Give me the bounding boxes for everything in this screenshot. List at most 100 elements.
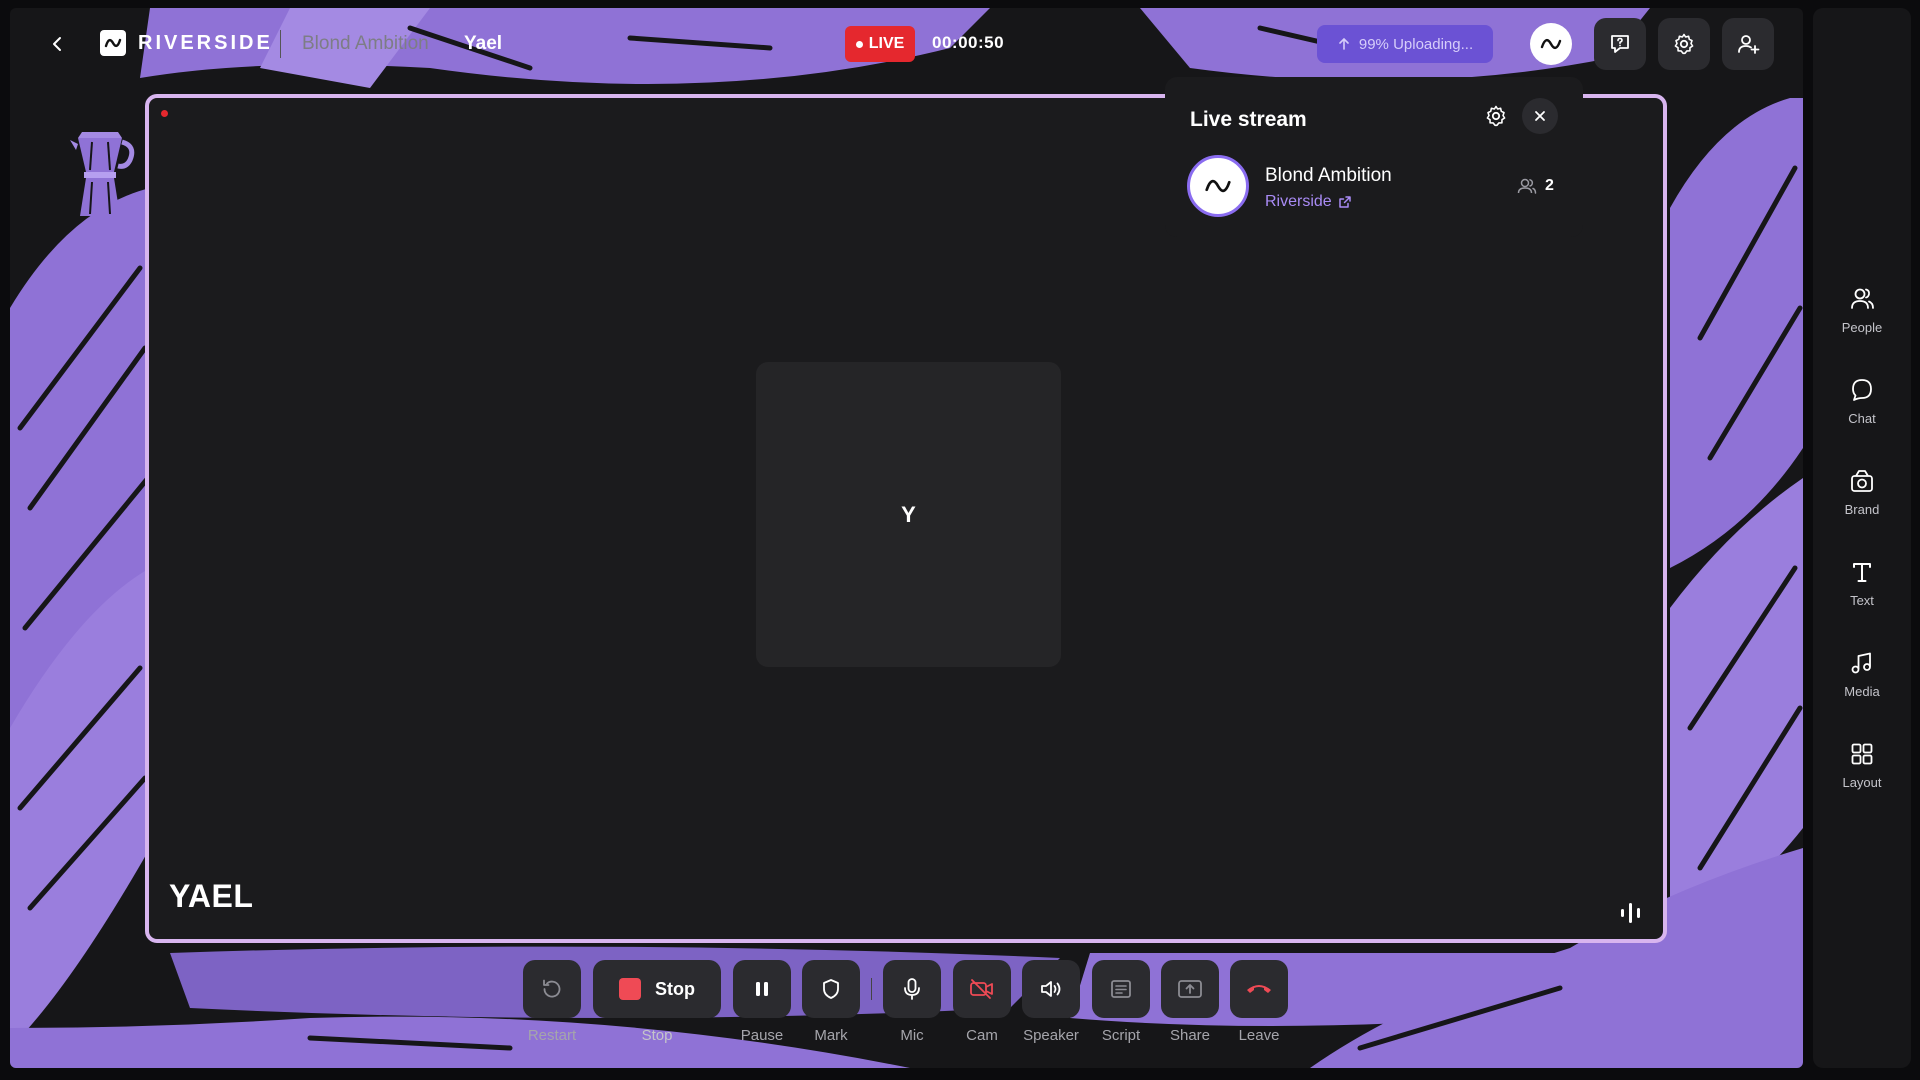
participant-name-tag: YAEL (169, 878, 254, 914)
back-button[interactable] (44, 30, 72, 58)
mark-label: Mark (814, 1027, 848, 1044)
right-sidebar: People Chat Brand Text Media Layout (1813, 8, 1911, 1068)
viewer-count: 2 (1517, 177, 1554, 195)
riverside-wave-icon (1540, 39, 1562, 49)
pause-button[interactable] (733, 960, 791, 1018)
upload-status[interactable]: 99% Uploading... (1317, 25, 1493, 63)
invite-button[interactable] (1722, 18, 1774, 70)
recording-timer: 00:00:50 (932, 33, 1005, 52)
participant-tile[interactable]: Y (756, 362, 1061, 667)
restart-icon (543, 979, 561, 998)
sidebar-label: People (1841, 320, 1883, 335)
sidebar-item-text[interactable]: Text (1813, 557, 1911, 631)
stop-label: Stop (641, 1027, 673, 1044)
mic-button[interactable] (883, 960, 941, 1018)
riverside-logo-icon (100, 30, 126, 56)
participant-initial: Y (901, 501, 916, 527)
mark-button[interactable] (802, 960, 860, 1018)
stream-platform-label: Riverside (1265, 193, 1332, 210)
text-icon (1853, 563, 1871, 582)
moka-pot-illustration (70, 132, 135, 216)
sidebar-label: Chat (1848, 411, 1876, 426)
sidebar-item-chat[interactable]: Chat (1813, 375, 1911, 449)
stop-square-icon (619, 978, 641, 1000)
pause-label: Pause (740, 1027, 784, 1044)
script-icon (1111, 980, 1131, 998)
studio-name: Blond Ambition (302, 33, 429, 54)
sidebar-label: Media (1844, 684, 1880, 699)
sidebar-item-media[interactable]: Media (1813, 648, 1911, 722)
stream-platform-link[interactable]: Riverside (1265, 193, 1352, 211)
sidebar-label: Brand (1844, 502, 1880, 517)
viewers-icon (1517, 178, 1537, 194)
panel-title: Live stream (1190, 108, 1307, 131)
studio-avatar[interactable] (1530, 23, 1572, 65)
user-name: Yael (464, 33, 503, 54)
script-button[interactable] (1092, 960, 1150, 1018)
settings-button[interactable] (1658, 18, 1710, 70)
hang-up-icon (1247, 985, 1271, 993)
stop-button[interactable]: Stop (593, 960, 721, 1018)
riverside-wave-icon (1205, 179, 1231, 193)
cam-button[interactable] (953, 960, 1011, 1018)
people-icon (1851, 288, 1874, 309)
sidebar-label: Text (1850, 593, 1874, 608)
restart-button[interactable] (523, 960, 581, 1018)
cam-label: Cam (966, 1027, 998, 1044)
viewer-count-value: 2 (1545, 177, 1554, 194)
share-button[interactable] (1161, 960, 1219, 1018)
share-screen-icon (1178, 980, 1202, 998)
chat-icon (1852, 379, 1872, 401)
speaker-label: Speaker (1023, 1027, 1079, 1044)
stream-name: Blond Ambition (1265, 165, 1392, 186)
live-dot-icon (855, 40, 863, 48)
mark-control: Mark (802, 960, 860, 1044)
live-badge: LIVE (845, 26, 915, 62)
pause-icon (756, 982, 768, 996)
script-label: Script (1101, 1027, 1141, 1044)
leave-label: Leave (1238, 1027, 1280, 1044)
microphone-icon (904, 978, 920, 1000)
shield-icon (823, 979, 839, 999)
live-stream-settings-button[interactable] (1481, 101, 1511, 131)
arrow-up-icon (1339, 37, 1349, 50)
speaker-icon (1041, 981, 1061, 997)
share-control: Share (1161, 960, 1219, 1044)
speaker-control: Speaker (1022, 960, 1080, 1044)
audio-level-icon (1621, 903, 1640, 923)
sidebar-label: Layout (1842, 775, 1882, 790)
script-control: Script (1092, 960, 1150, 1044)
sidebar-item-layout[interactable]: Layout (1813, 739, 1911, 813)
music-note-icon (1851, 652, 1871, 674)
riverside-studio: RIVERSIDE Blond Ambition Yael LIVE 00:00… (0, 0, 1920, 1080)
brand-name: RIVERSIDE (138, 31, 273, 54)
stream-avatar (1187, 155, 1249, 217)
gear-icon (1674, 33, 1694, 55)
share-label: Share (1169, 1027, 1211, 1044)
sidebar-item-people[interactable]: People (1813, 284, 1911, 358)
external-link-icon (1338, 196, 1351, 208)
camera-off-icon (970, 979, 993, 999)
live-label: LIVE (868, 35, 905, 52)
restart-control: Restart (523, 960, 581, 1044)
cam-control: Cam (953, 960, 1011, 1044)
controls-divider (871, 978, 872, 1000)
leave-button[interactable] (1230, 960, 1288, 1018)
help-chat-icon (1611, 35, 1629, 53)
close-icon (1535, 111, 1545, 121)
gear-icon (1486, 105, 1506, 127)
close-panel-button[interactable] (1522, 98, 1558, 134)
pause-control: Pause (733, 960, 791, 1044)
user-plus-icon (1738, 35, 1760, 54)
speaker-button[interactable] (1022, 960, 1080, 1018)
chevron-left-icon (53, 37, 61, 51)
help-button[interactable] (1594, 18, 1646, 70)
stop-control: Stop Stop (593, 960, 721, 1044)
sidebar-item-brand[interactable]: Brand (1813, 466, 1911, 540)
layout-grid-icon (1851, 743, 1873, 765)
mic-control: Mic (883, 960, 941, 1044)
riverside-logo: RIVERSIDE (100, 30, 273, 56)
upload-label: 99% Uploading... (1358, 35, 1474, 53)
restart-label: Restart (527, 1027, 577, 1044)
stop-button-label: Stop (655, 978, 695, 999)
